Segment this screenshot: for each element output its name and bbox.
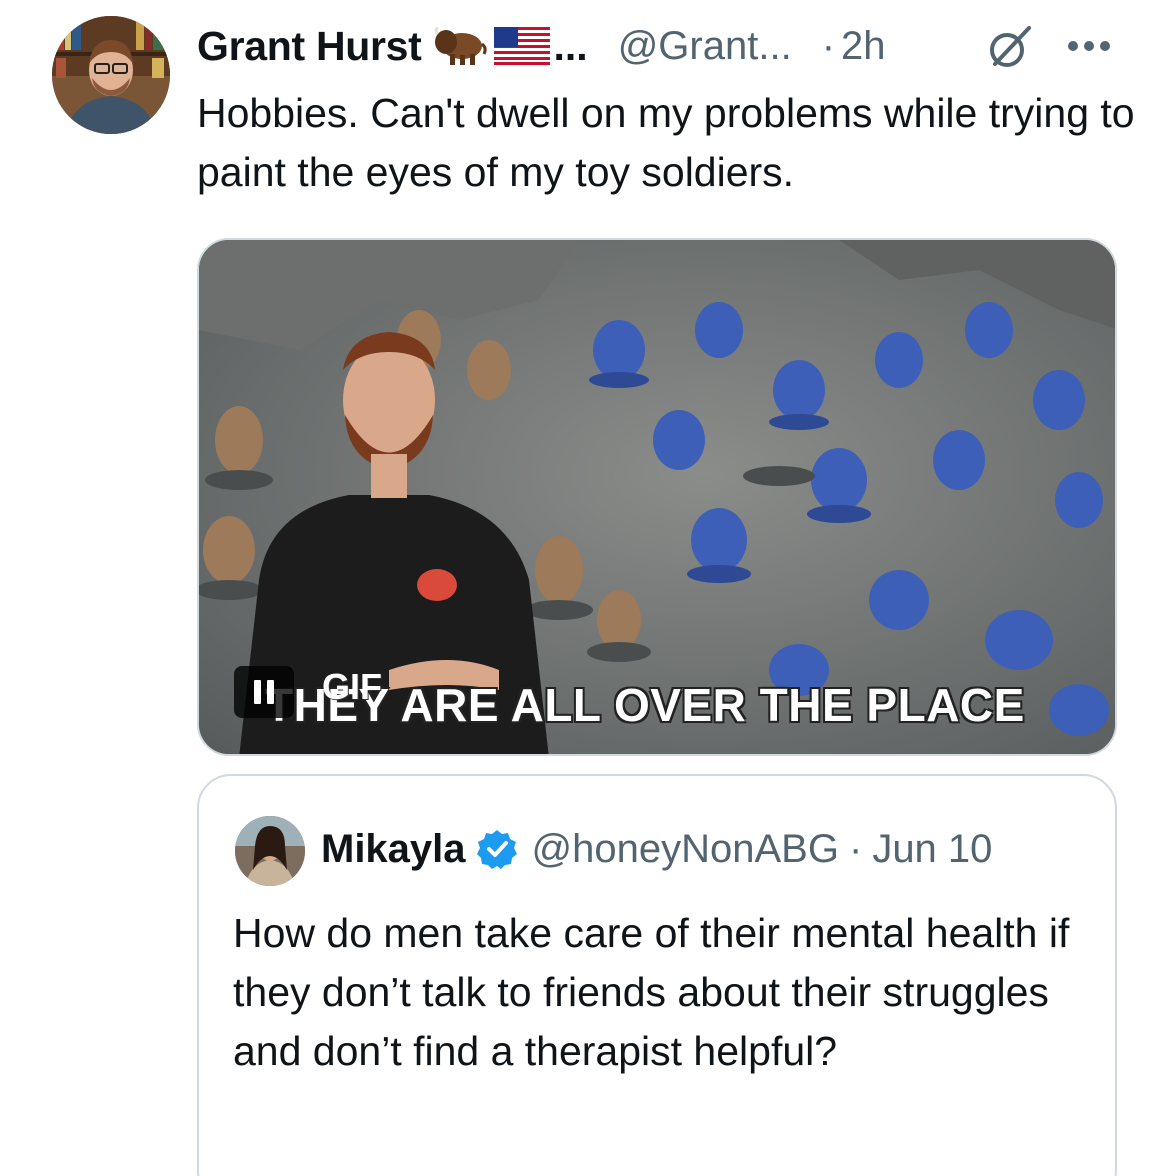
us-flag-icon — [493, 27, 550, 65]
tweet[interactable]: Grant Hurst ... @Grant... · 2h Hobbies. … — [0, 0, 1170, 1176]
separator-dot: · — [821, 23, 836, 68]
separator-dot: · — [848, 826, 863, 871]
quoted-date[interactable]: Jun 10 — [872, 827, 992, 872]
name-ellipsis: ... — [553, 22, 588, 69]
tweet-text: Hobbies. Can't dwell on my problems whil… — [197, 90, 1135, 195]
pause-icon[interactable] — [234, 666, 294, 718]
pause-bar — [254, 680, 261, 704]
pause-bar — [267, 680, 274, 704]
author-handle[interactable]: @Grant... — [618, 24, 792, 69]
author-name[interactable]: Grant Hurst — [197, 23, 422, 70]
author-avatar[interactable] — [52, 16, 170, 134]
verified-badge-icon — [476, 828, 518, 870]
more-options-icon[interactable] — [1066, 38, 1112, 54]
gif-badge: GIF — [322, 666, 382, 707]
bison-icon — [432, 26, 488, 66]
quoted-author-name[interactable]: Mikayla — [321, 827, 466, 872]
tweet-header: Grant Hurst ... @Grant... · 2h — [197, 16, 886, 76]
quoted-header: Mikayla @honeyNonABG · Jun 10 — [321, 822, 992, 876]
timestamp[interactable]: 2h — [841, 24, 886, 69]
grok-icon[interactable] — [985, 24, 1033, 72]
quoted-author-avatar[interactable] — [235, 816, 305, 886]
quoted-author-handle[interactable]: @honeyNonABG — [532, 827, 839, 872]
quoted-tweet-text: How do men take care of their mental hea… — [233, 910, 1070, 1074]
